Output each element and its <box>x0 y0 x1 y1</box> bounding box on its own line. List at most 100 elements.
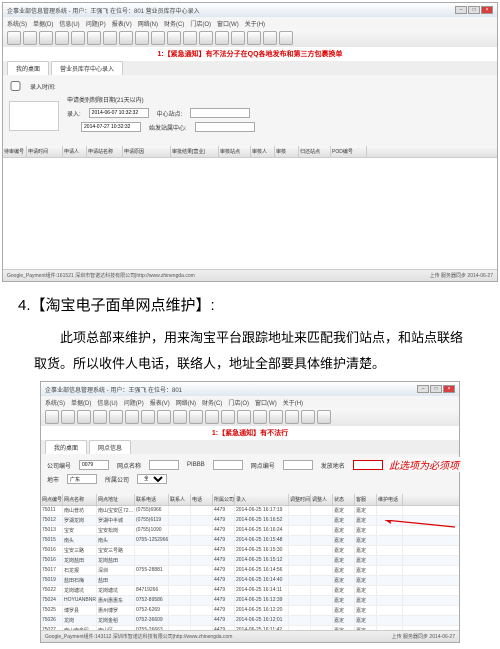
toolbar-button[interactable] <box>167 31 181 45</box>
close-button[interactable]: × <box>481 6 493 14</box>
city-input[interactable] <box>67 474 97 484</box>
menu-item[interactable]: 窗口(W) <box>217 19 239 28</box>
table-row[interactable]: 75012罗湖龙岗罗湖中半城(0755)611944792014-06-25 1… <box>41 516 459 526</box>
table-row[interactable]: 75022龙岗塘坑龙岗塘坑8471926644792014-06-25 16:1… <box>41 586 459 596</box>
table-row[interactable]: 75011南山普坊南山宝安区72…(0755)696644792014-06-2… <box>41 506 459 516</box>
column-header[interactable]: 归还站点 <box>299 146 331 157</box>
toolbar-button[interactable] <box>119 31 133 45</box>
toolbar-button[interactable] <box>199 31 213 45</box>
column-header[interactable]: 联系人 <box>169 494 191 505</box>
tab-entry[interactable]: 营业员库存中心录入 <box>51 61 123 75</box>
close-button[interactable]: × <box>443 385 455 393</box>
date-from-input[interactable] <box>89 108 149 118</box>
minimize-button[interactable]: – <box>417 385 429 393</box>
column-header[interactable]: 调整时间 <box>289 494 311 505</box>
column-header[interactable]: 申请时间 <box>27 146 63 157</box>
menu-item[interactable]: 报表(V) <box>112 19 132 28</box>
tab-desktop[interactable]: 我的桌面 <box>7 61 49 75</box>
pibbb-input[interactable] <box>213 460 243 470</box>
table-row[interactable]: 75016宝安三路宝安三号路44792014-06-25 16:15:30嘉定嘉… <box>41 546 459 556</box>
menu-item[interactable]: 问题(P) <box>124 398 144 407</box>
toolbar-button[interactable] <box>215 31 229 45</box>
menu-item[interactable]: 门店(O) <box>190 19 211 28</box>
column-header[interactable]: 审核站点 <box>219 146 251 157</box>
minimize-button[interactable]: – <box>455 6 467 14</box>
column-header[interactable]: 审核 <box>275 146 299 157</box>
toolbar-button[interactable] <box>39 31 53 45</box>
toolbar-button[interactable] <box>87 31 101 45</box>
menu-item[interactable]: 问题(P) <box>86 19 106 28</box>
toolbar-button[interactable] <box>45 410 59 424</box>
menu-item[interactable]: 关于(H) <box>283 398 303 407</box>
toolbar-button[interactable] <box>157 410 171 424</box>
maximize-button[interactable]: □ <box>468 6 480 14</box>
menu-item[interactable]: 网络(N) <box>138 19 158 28</box>
toolbar-button[interactable] <box>237 410 251 424</box>
column-header[interactable]: 申请人 <box>63 146 87 157</box>
toolbar-button[interactable] <box>23 31 37 45</box>
column-header[interactable]: 审批结果[营业] <box>171 146 219 157</box>
sendplace-input[interactable] <box>353 460 383 470</box>
column-header[interactable]: 录入 <box>235 494 289 505</box>
tab-branch[interactable]: 网点信息 <box>89 440 131 454</box>
table-row[interactable]: 75026龙岗龙岗金稻0752-3660944792014-06-25 16:1… <box>41 616 459 626</box>
column-header[interactable]: 待审编号 <box>3 146 27 157</box>
column-header[interactable]: 网点编号 <box>41 494 63 505</box>
toolbar-button[interactable] <box>263 31 277 45</box>
column-header[interactable]: 审核人 <box>251 146 275 157</box>
toolbar-button[interactable] <box>221 410 235 424</box>
column-header[interactable]: 网点名称 <box>63 494 97 505</box>
toolbar-button[interactable] <box>173 410 187 424</box>
branch-input[interactable] <box>149 460 179 470</box>
column-header[interactable]: 客服 <box>355 494 377 505</box>
column-header[interactable]: POD编号 <box>331 146 367 157</box>
menu-item[interactable]: 单据(D) <box>71 398 91 407</box>
toolbar-button[interactable] <box>125 410 139 424</box>
column-header[interactable]: 所属公司 <box>213 494 235 505</box>
column-header[interactable]: 申请原因 <box>123 146 171 157</box>
toolbar-button[interactable] <box>247 31 261 45</box>
toolbar-button[interactable] <box>7 31 21 45</box>
toolbar-button[interactable] <box>55 31 69 45</box>
column-header[interactable]: 电话 <box>191 494 213 505</box>
menu-item[interactable]: 门店(O) <box>228 398 249 407</box>
column-header[interactable]: 申请站名称 <box>87 146 123 157</box>
toolbar-button[interactable] <box>103 31 117 45</box>
origin-input[interactable] <box>195 122 255 132</box>
toolbar-button[interactable] <box>151 31 165 45</box>
toolbar-button[interactable] <box>279 31 293 45</box>
toolbar-button[interactable] <box>253 410 267 424</box>
menu-item[interactable]: 信息(U) <box>59 19 79 28</box>
column-header[interactable]: 状态 <box>333 494 355 505</box>
table-row[interactable]: 75025博罗县惠州博罗0752-626944792014-06-25 16:1… <box>41 606 459 616</box>
toolbar-button[interactable] <box>205 410 219 424</box>
table-row[interactable]: 75024HOYUANBNR惠州惠惠东0752-8958644792014-06… <box>41 596 459 606</box>
branchno-input[interactable] <box>283 460 313 470</box>
toolbar-button[interactable] <box>61 410 75 424</box>
toolbar-button[interactable] <box>135 31 149 45</box>
toolbar-button[interactable] <box>317 410 331 424</box>
menu-item[interactable]: 财务(C) <box>202 398 222 407</box>
toolbar-button[interactable] <box>189 410 203 424</box>
column-header[interactable]: 调整人 <box>311 494 333 505</box>
menu-item[interactable]: 财务(C) <box>164 19 184 28</box>
menu-item[interactable]: 单据(D) <box>33 19 53 28</box>
entrytime-checkbox[interactable] <box>9 81 22 91</box>
table-row[interactable]: 75016龙岗盐田龙岗盐田44792014-06-25 16:15:12嘉定嘉定 <box>41 556 459 566</box>
menu-item[interactable]: 系统(S) <box>7 19 27 28</box>
date-to-input[interactable] <box>81 122 141 132</box>
column-header[interactable]: 网点地址 <box>97 494 135 505</box>
menu-item[interactable]: 系统(S) <box>45 398 65 407</box>
menu-item[interactable]: 关于(H) <box>245 19 265 28</box>
toolbar-button[interactable] <box>183 31 197 45</box>
toolbar-button[interactable] <box>231 31 245 45</box>
tab-desktop[interactable]: 我的桌面 <box>45 440 87 454</box>
column-header[interactable]: 维护电话 <box>377 494 403 505</box>
toolbar-button[interactable] <box>109 410 123 424</box>
menu-item[interactable]: 窗口(W) <box>255 398 277 407</box>
company-input[interactable] <box>79 460 109 470</box>
column-header[interactable]: 联系电话 <box>135 494 169 505</box>
owner-select[interactable]: 全部 <box>137 474 167 484</box>
toolbar-button[interactable] <box>269 410 283 424</box>
toolbar-button[interactable] <box>93 410 107 424</box>
